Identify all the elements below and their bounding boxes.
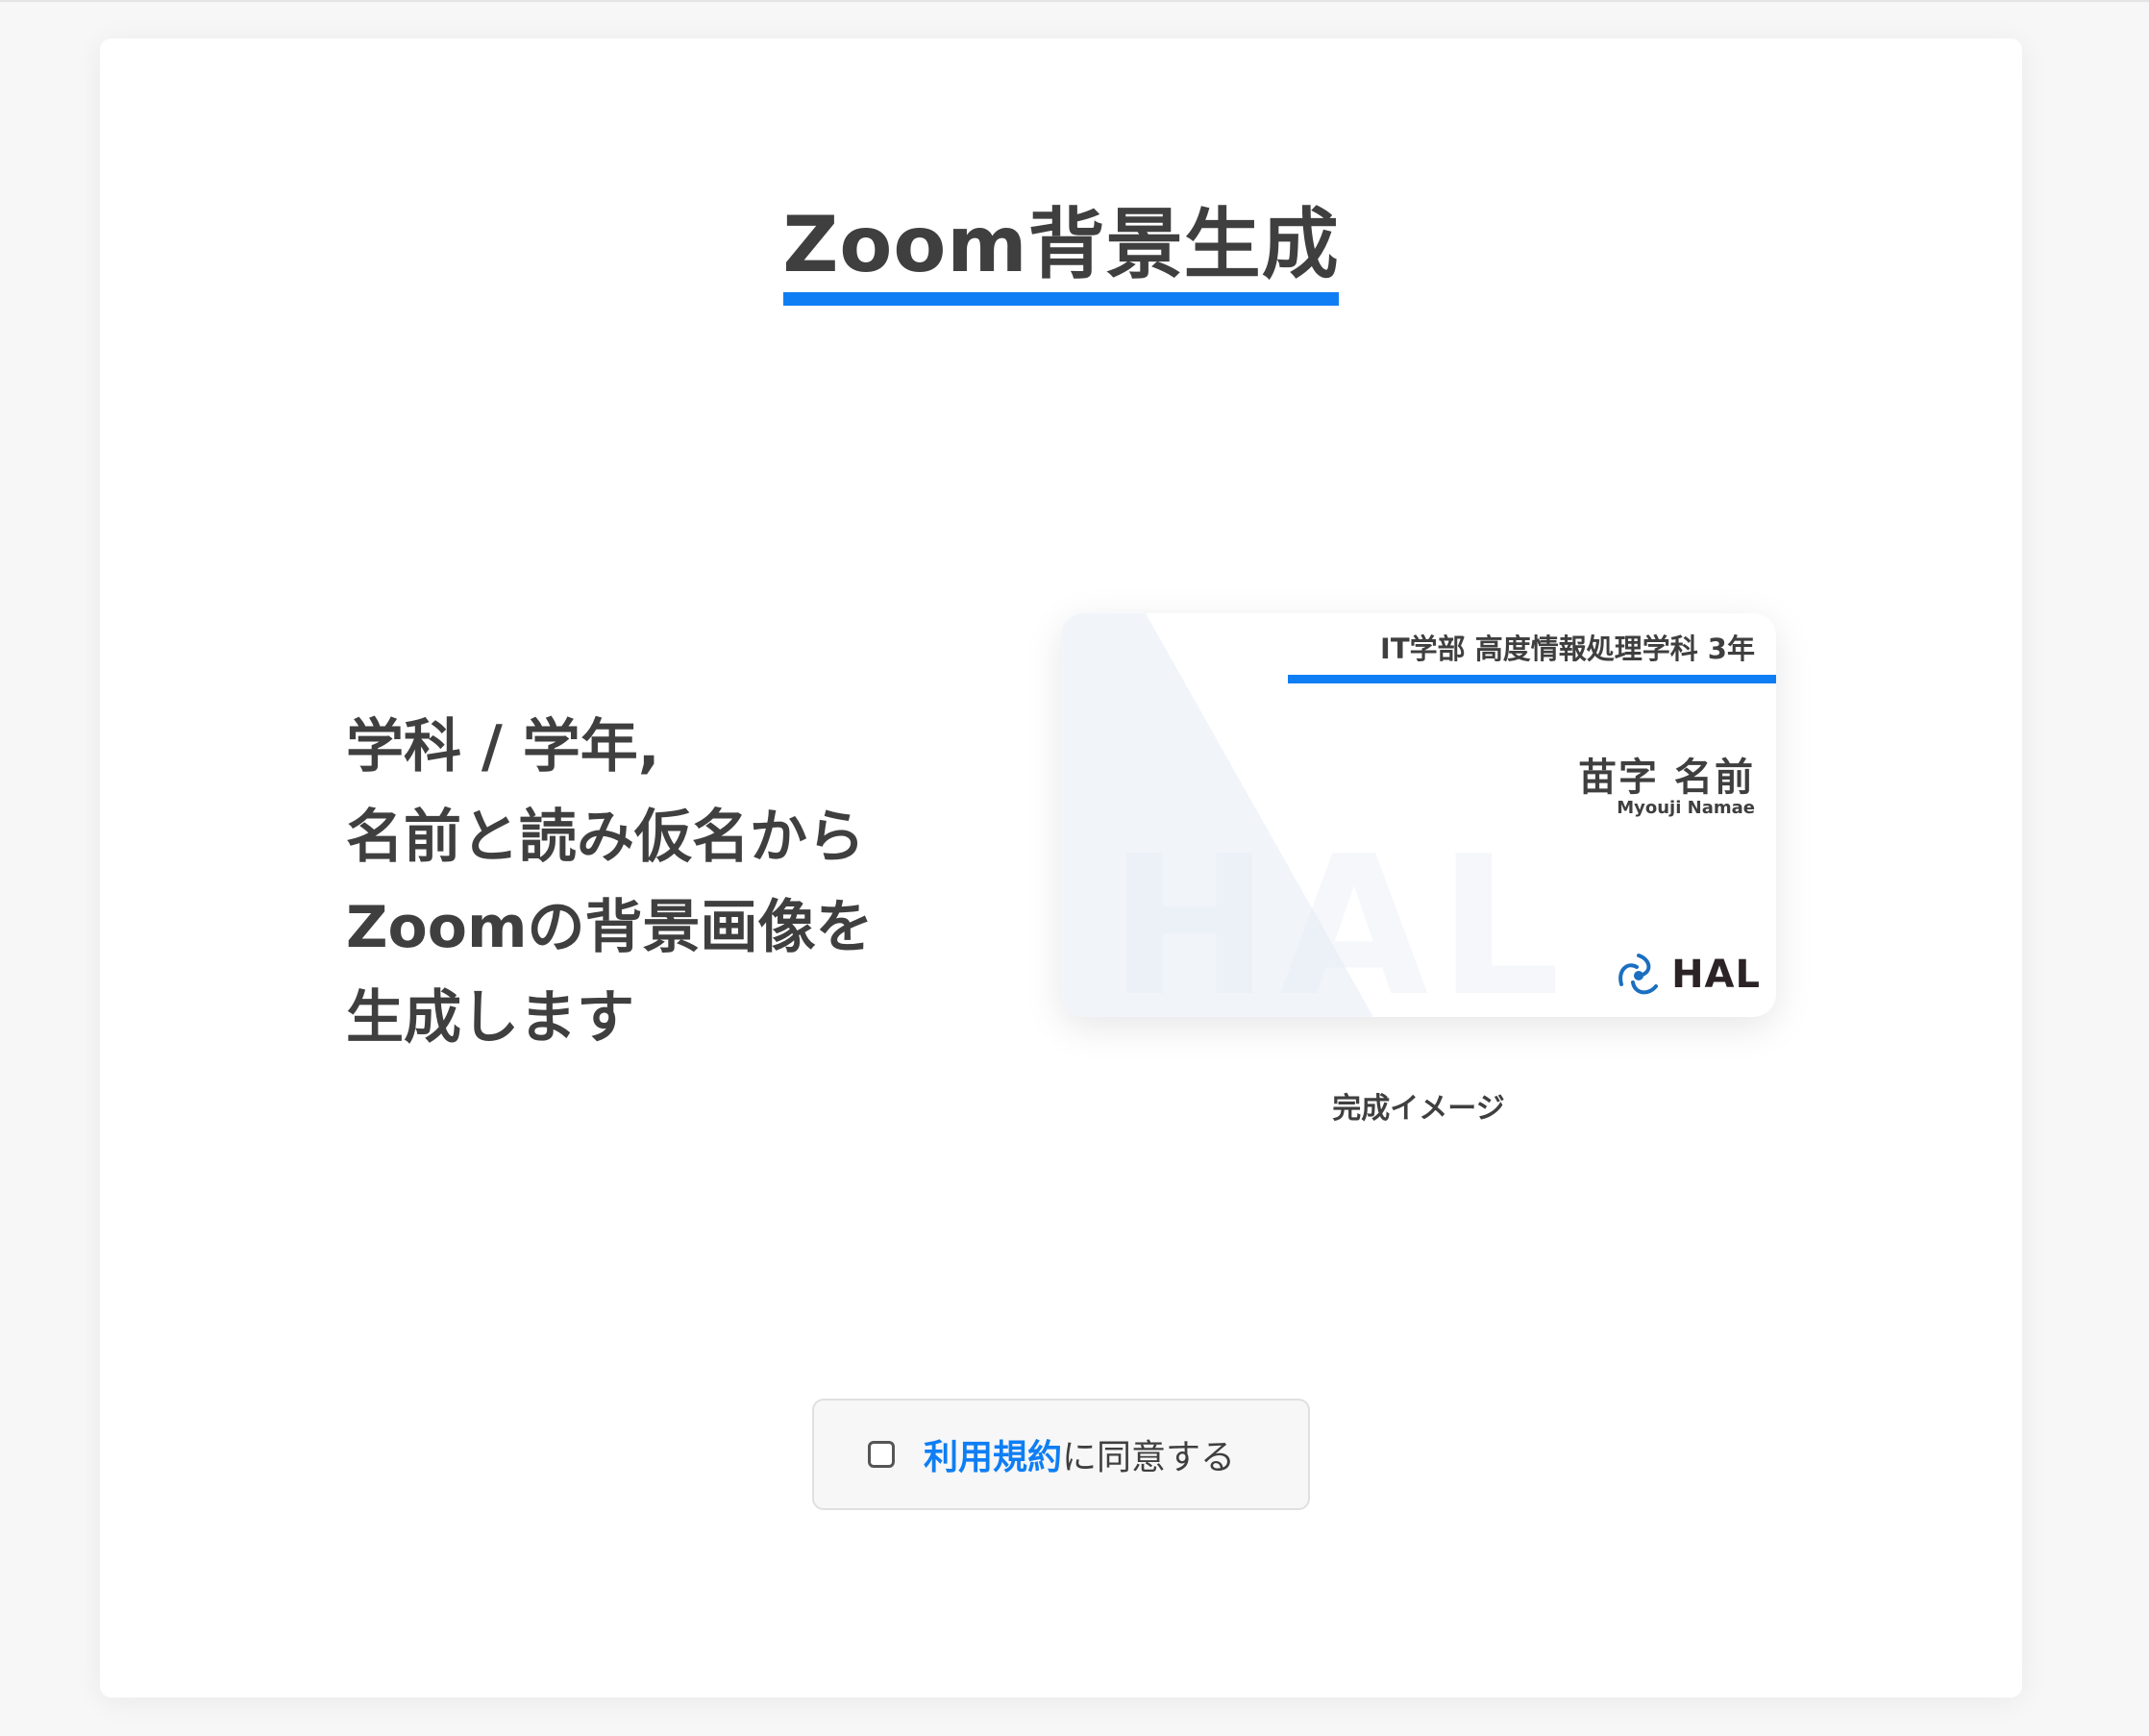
terms-agreement[interactable]: 利用規約に同意する — [812, 1399, 1310, 1510]
description: 学科 / 学年, 名前と読み仮名から Zoomの背景画像を 生成します — [346, 702, 961, 1063]
description-line: Zoomの背景画像を — [346, 894, 874, 961]
hal-logo-icon — [1618, 954, 1659, 995]
top-divider — [0, 0, 2149, 2]
terms-checkbox[interactable] — [868, 1441, 895, 1468]
description-line: 名前と読み仮名から — [346, 804, 865, 871]
page-title: Zoom背景生成 — [782, 200, 1340, 289]
preview-name: 苗字 名前 — [1578, 756, 1755, 800]
hal-logo: HAL — [1614, 948, 1761, 1002]
title-underline — [783, 292, 1339, 306]
preview-department: IT学部 高度情報処理学科 3年 — [1380, 632, 1755, 665]
main-card: Zoom背景生成 学科 / 学年, 名前と読み仮名から Zoomの背景画像を 生… — [100, 38, 2022, 1698]
preview-reading: Myouji Namae — [1617, 798, 1755, 818]
terms-link[interactable]: 利用規約 — [924, 1438, 1062, 1477]
background-preview-image: HAL IT学部 高度情報処理学科 3年 苗字 名前 Myouji Namae … — [1061, 613, 1776, 1017]
hal-logo-text: HAL — [1671, 953, 1761, 997]
terms-label: 利用規約に同意する — [924, 1429, 1235, 1479]
terms-suffix: に同意する — [1062, 1438, 1236, 1477]
description-line: 生成します — [346, 984, 634, 1052]
preview-watermark: HAL — [1109, 815, 1570, 1017]
preview-caption: 完成イメージ — [1332, 1092, 1505, 1126]
description-line: 学科 / 学年, — [346, 713, 660, 781]
preview-accent-bar — [1288, 675, 1776, 683]
